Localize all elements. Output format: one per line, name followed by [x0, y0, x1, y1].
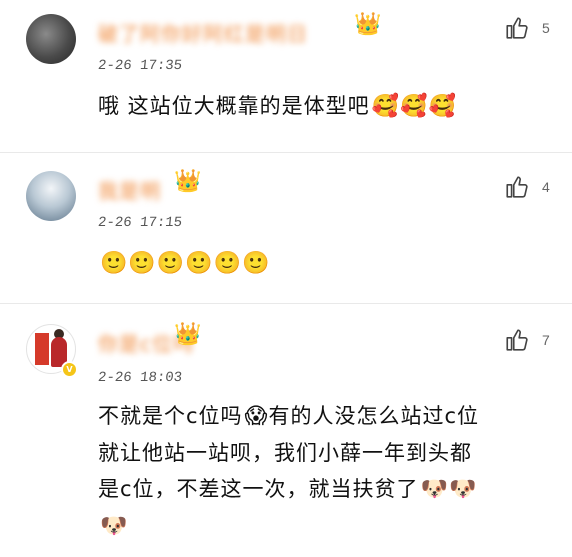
comment-line-2: 就让他站一站呗，我们小薛一年到头都	[98, 441, 472, 465]
crown-icon: 👑	[354, 12, 382, 37]
comment-text: 不就是个c位吗😱有的人没怎么站过c位 就让他站一站呗，我们小薛一年到头都 是c位…	[98, 398, 544, 545]
smile-emoji-icon: 🙂🙂🙂🙂🙂🙂	[100, 251, 271, 276]
like-count: 5	[542, 20, 550, 36]
doge-emoji-icon: 🐶🐶	[420, 477, 478, 502]
comment-text-content: 哦 这站位大概靠的是体型吧	[98, 94, 370, 118]
comment-line-1: 不就是个c位吗😱有的人没怎么站过c位	[98, 404, 480, 429]
comment-item: 我是明 👑 4 2-26 17:15 🙂🙂🙂🙂🙂🙂	[0, 153, 572, 304]
comment-line-4: 🐶	[98, 508, 544, 545]
like-button[interactable]: 5	[504, 14, 564, 42]
like-count: 4	[542, 179, 550, 195]
timestamp: 2-26 17:15	[97, 215, 183, 231]
thumbs-up-icon	[506, 176, 528, 198]
comment-item: V 你是c位吗 👑 7 2-26 18:03 不就是个c位吗😱有的人没怎么站过c…	[0, 304, 572, 557]
scream-emoji-icon: 😱	[244, 404, 269, 429]
thumbs-up-icon	[506, 17, 528, 39]
hug-emoji-icon: 🥰🥰🥰	[371, 94, 457, 119]
comment-list: 破了阿你好阿红是明日 👑 5 2-26 17:35 哦 这站位大概靠的是体型吧🥰…	[0, 0, 572, 557]
like-button[interactable]: 4	[504, 173, 564, 201]
avatar-banner	[35, 333, 49, 365]
like-count: 7	[542, 332, 550, 348]
verified-badge-icon: V	[61, 361, 78, 378]
timestamp: 2-26 17:35	[97, 58, 183, 74]
username[interactable]: 破了阿你好阿红是明日	[98, 18, 308, 47]
doge-emoji-icon: 🐶	[100, 514, 129, 539]
crown-icon: 👑	[174, 322, 202, 347]
username[interactable]: 我是明	[98, 175, 161, 204]
comment-text: 哦 这站位大概靠的是体型吧🥰🥰🥰	[98, 88, 544, 125]
comment-item: 破了阿你好阿红是明日 👑 5 2-26 17:35 哦 这站位大概靠的是体型吧🥰…	[0, 0, 572, 153]
avatar[interactable]	[26, 14, 76, 64]
like-button[interactable]: 7	[504, 326, 564, 354]
comment-text: 🙂🙂🙂🙂🙂🙂	[98, 245, 544, 282]
timestamp: 2-26 18:03	[97, 370, 183, 386]
avatar[interactable]	[26, 171, 76, 221]
comment-line-3: 是c位，不差这一次，就当扶贫了🐶🐶	[98, 477, 478, 502]
crown-icon: 👑	[174, 169, 202, 194]
thumbs-up-icon	[506, 329, 528, 351]
